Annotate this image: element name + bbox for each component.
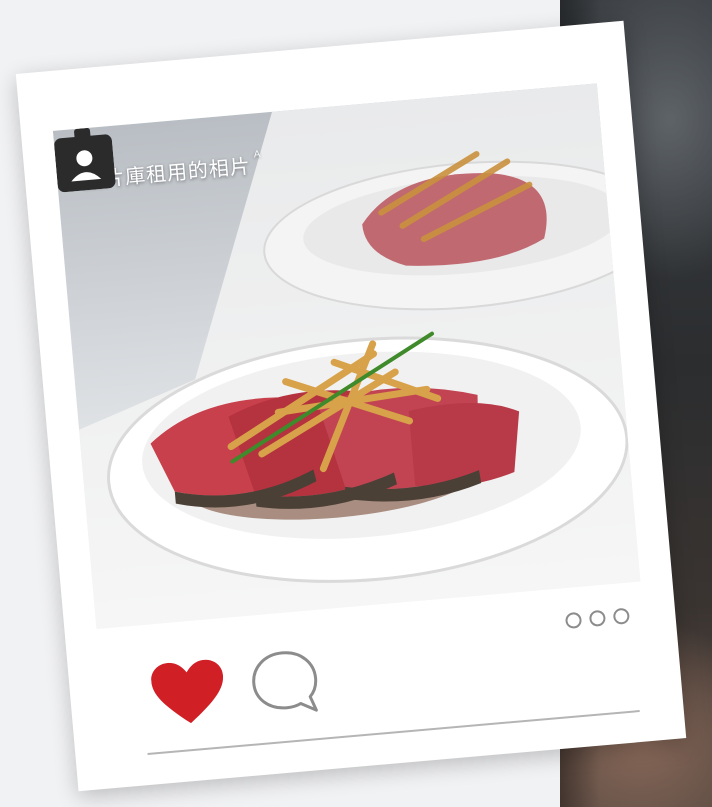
more-dot — [564, 611, 583, 630]
social-post-card: 圖片庫租用的相片A — [15, 20, 687, 792]
more-dot — [588, 609, 607, 627]
heart-icon[interactable] — [150, 658, 227, 728]
person-badge-icon — [54, 127, 116, 193]
more-options-icon[interactable] — [564, 604, 639, 632]
caption-marker: A — [253, 148, 262, 161]
comment-bubble-icon[interactable] — [247, 646, 323, 720]
more-dot — [612, 607, 631, 625]
post-photo[interactable]: 圖片庫租用的相片A — [52, 83, 641, 630]
